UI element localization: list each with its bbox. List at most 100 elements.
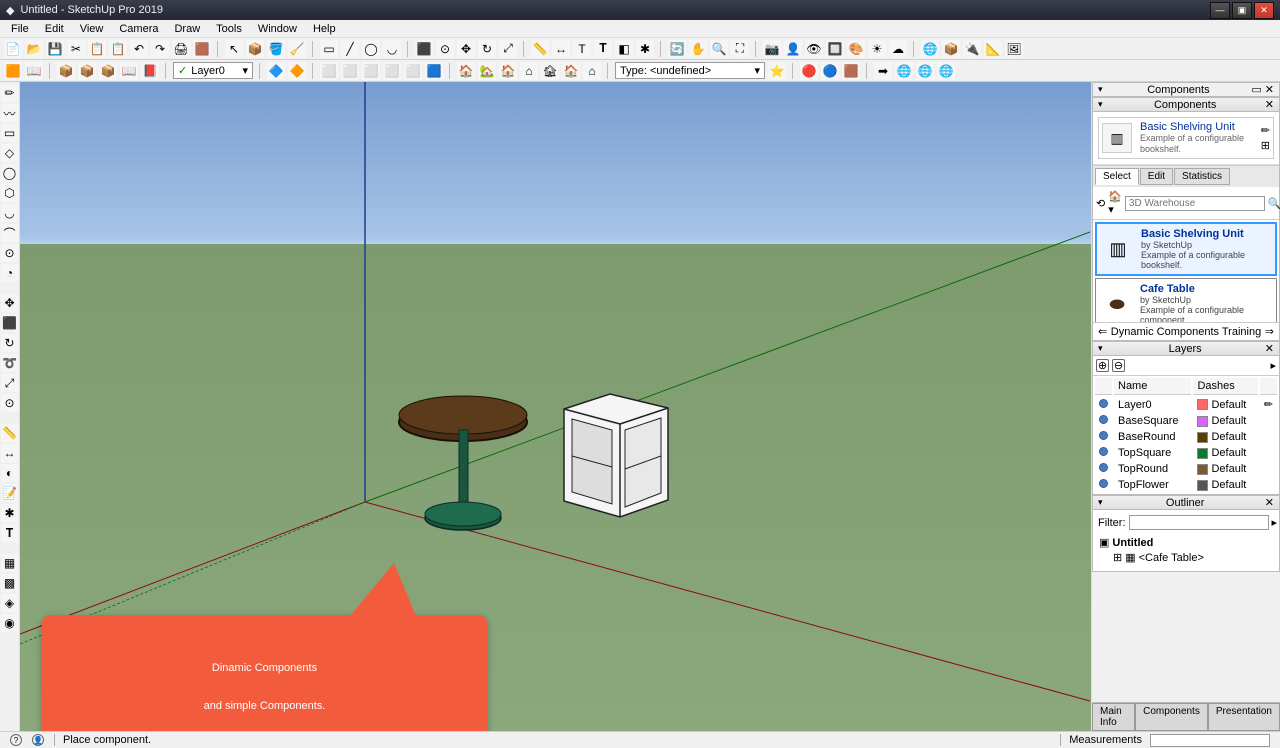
tb-dc1-icon[interactable]: ⭐ [768,62,786,80]
preview-action1-icon[interactable]: ✏ [1261,124,1270,137]
tb-paste-icon[interactable]: 📋 [109,40,127,58]
layer-remove-button[interactable]: ⊖ [1112,359,1125,372]
tb-anim4-icon[interactable]: 🌐 [937,62,955,80]
visibility-icon[interactable] [1099,415,1108,424]
lt-text-icon[interactable]: 📝 [1,484,19,502]
outliner-panel-header[interactable]: Outliner ✕ [1092,495,1280,510]
lt-sandbox2-icon[interactable]: ▩ [1,574,19,592]
tb-house7-icon[interactable]: ⌂ [583,62,601,80]
lt-polygon-icon[interactable]: ⬡ [1,184,19,202]
edit-icon[interactable]: ✏ [1264,399,1273,411]
tb-solid5-icon[interactable]: 📕 [141,62,159,80]
tb-line-icon[interactable]: ╱ [341,40,359,58]
tb-standard1-icon[interactable]: 🟧 [4,62,22,80]
layer-row[interactable]: BaseRound Default [1095,430,1277,444]
close-button[interactable]: ✕ [1254,2,1274,19]
tb-print-icon[interactable]: 🖨 [172,40,190,58]
lt-move-icon[interactable]: ✥ [1,294,19,312]
visibility-icon[interactable] [1099,463,1108,472]
tb-house4-icon[interactable]: ⌂ [520,62,538,80]
layer-dropdown[interactable]: ✓ Layer0 ▾ [173,62,253,79]
tb-model-icon[interactable]: 🟫 [193,40,211,58]
nav-back-icon[interactable]: ⟲ [1096,197,1105,210]
tb-blue-icon[interactable]: 🟦 [425,62,443,80]
tb-axes-icon[interactable]: ✱ [636,40,654,58]
lt-2parc-icon[interactable]: ⌒ [1,224,19,242]
lt-sandbox1-icon[interactable]: ▦ [1,554,19,572]
btab-presentation[interactable]: Presentation [1208,703,1280,731]
components-panel-header[interactable]: Components ✕ [1092,97,1280,112]
search-input[interactable] [1125,196,1265,211]
maximize-button[interactable]: ▣ [1232,2,1252,19]
tree-root[interactable]: ▣ Untitled [1099,535,1273,550]
tb-iso-icon[interactable]: ⬜ [320,62,338,80]
layer-row[interactable]: Layer0 Default ✏ [1095,397,1277,412]
menu-window[interactable]: Window [251,21,304,37]
tab-select[interactable]: Select [1095,168,1139,185]
tb-pan-icon[interactable]: ✋ [689,40,707,58]
lt-dim-icon[interactable]: ↔ [1,444,19,462]
tb-dimension-icon[interactable]: ↔ [552,40,570,58]
minimize-button[interactable]: — [1210,2,1230,19]
tab-statistics[interactable]: Statistics [1174,168,1230,185]
filter-menu-icon[interactable]: ▸ [1272,516,1278,529]
tb-ext-icon[interactable]: 🔌 [963,40,981,58]
lt-offset-icon[interactable]: ⊙ [1,394,19,412]
panel-collapse-icon[interactable]: ✕ [1265,98,1274,111]
menu-edit[interactable]: Edit [38,21,71,37]
lt-pie-icon[interactable]: ◔ [1,264,19,282]
expand-icon[interactable]: ⊞ [1113,551,1122,564]
tb-move-icon[interactable]: ✥ [457,40,475,58]
tb-view2-icon[interactable]: 🔶 [288,62,306,80]
lt-freehand-icon[interactable]: 〰 [1,104,19,122]
panel-collapse-icon[interactable]: ✕ [1265,496,1274,509]
tb-zoom-extents-icon[interactable]: ⛶ [731,40,749,58]
tb-rotate-icon[interactable]: ↻ [478,40,496,58]
type-dropdown[interactable]: Type: <undefined> ▾ [615,62,765,79]
list-item[interactable]: ⬬ Cafe Table by SketchUp Example of a co… [1095,278,1277,322]
lt-rotate-icon[interactable]: ↻ [1,334,19,352]
lt-sandbox3-icon[interactable]: ◈ [1,594,19,612]
lt-pushpull-icon[interactable]: ⬛ [1,314,19,332]
tb-dc4-icon[interactable]: 🟫 [842,62,860,80]
tb-house3-icon[interactable]: 🏠 [499,62,517,80]
visibility-icon[interactable] [1099,479,1108,488]
tb-anim3-icon[interactable]: 🌐 [916,62,934,80]
tb-fog-icon[interactable]: ☁ [889,40,907,58]
lt-scale-icon[interactable]: ⤢ [1,374,19,392]
tb-eraser-icon[interactable]: 🧹 [288,40,306,58]
tb-component-icon[interactable]: 📦 [246,40,264,58]
tb-scale-icon[interactable]: ⤢ [499,40,517,58]
tb-zoom-icon[interactable]: 🔍 [710,40,728,58]
search-icon[interactable]: 🔍 [1268,197,1280,210]
lt-rect-icon[interactable]: ▭ [1,124,19,142]
panel-collapse-icon[interactable]: ✕ [1265,342,1274,355]
tb-new-icon[interactable]: 📄 [4,40,22,58]
menu-camera[interactable]: Camera [112,21,165,37]
tb-select-icon[interactable]: ↖ [225,40,243,58]
lt-pencil-icon[interactable]: ✏ [1,84,19,102]
lt-protractor-icon[interactable]: ◐ [1,464,19,482]
visibility-icon[interactable] [1099,399,1108,408]
tb-render-icon[interactable]: 🖼 [1005,40,1023,58]
layer-menu-icon[interactable]: ▸ [1270,359,1276,372]
tb-walk-icon[interactable]: 👤 [784,40,802,58]
tab-edit[interactable]: Edit [1140,168,1173,185]
layer-row[interactable]: BaseSquare Default [1095,414,1277,428]
layer-add-button[interactable]: ⊕ [1096,359,1109,372]
tb-offset-icon[interactable]: ⊙ [436,40,454,58]
tb-solid4-icon[interactable]: 📖 [120,62,138,80]
visibility-icon[interactable] [1099,431,1108,440]
filter-input[interactable] [1129,515,1269,530]
tb-paint-icon[interactable]: 🪣 [267,40,285,58]
main-panel-header[interactable]: Components ▭ ✕ [1092,82,1280,97]
lt-circle-icon[interactable]: ◯ [1,164,19,182]
measurements-input[interactable] [1150,734,1270,747]
tb-circle-icon[interactable]: ◯ [362,40,380,58]
lt-arc-icon[interactable]: ◡ [1,204,19,222]
tb-dc3-icon[interactable]: 🔵 [821,62,839,80]
tb-house1-icon[interactable]: 🏠 [457,62,475,80]
tb-camera-icon[interactable]: 📷 [763,40,781,58]
nav-prev-icon[interactable]: ⇐ [1098,325,1107,338]
tb-house2-icon[interactable]: 🏡 [478,62,496,80]
